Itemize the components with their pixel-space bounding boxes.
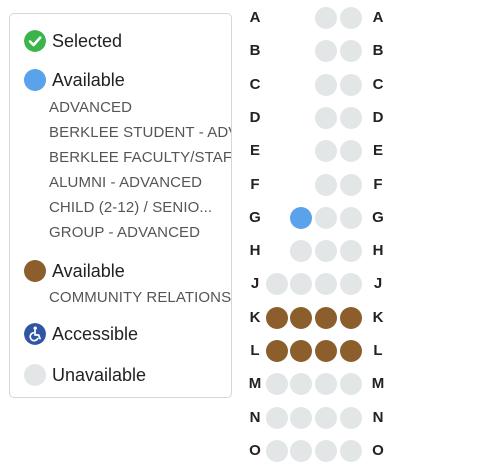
row-label-right-d: D	[372, 108, 384, 126]
seat-o-4	[340, 439, 362, 462]
seat-m-3	[315, 373, 337, 396]
seat-g-1[interactable]	[290, 206, 312, 229]
row-label-right-n: N	[372, 408, 384, 426]
seat-l-4[interactable]	[340, 340, 362, 362]
seat-d-2	[340, 106, 362, 129]
seat-h-3	[340, 240, 362, 263]
row-label-left-n: N	[249, 408, 261, 426]
row-label-left-b: B	[249, 42, 261, 60]
row-label-left-l: L	[250, 342, 260, 359]
seat-m-1	[266, 373, 288, 396]
seat-n-1	[266, 406, 288, 429]
seat-o-1	[266, 439, 288, 462]
row-label-right-m: M	[371, 375, 385, 393]
row-label-right-o: O	[372, 441, 384, 459]
seat-g-3	[340, 206, 362, 229]
seat-m-4	[340, 373, 362, 396]
row-label-left-j: J	[250, 275, 260, 293]
seat-e-2	[340, 140, 362, 163]
seat-map: AABBCCDDEEFFGGHHJJKKLLMMNNOO	[0, 0, 485, 462]
seat-g-2	[315, 206, 337, 229]
row-label-right-l: L	[373, 342, 383, 359]
seat-b-2	[340, 40, 362, 63]
row-label-right-c: C	[372, 75, 384, 93]
seat-f-2	[340, 173, 362, 196]
row-label-right-j: J	[373, 275, 383, 293]
seat-a-2	[340, 7, 362, 29]
seat-c-1	[315, 73, 337, 96]
seat-h-2	[315, 240, 337, 263]
seat-n-4	[340, 406, 362, 429]
seat-o-2	[290, 439, 312, 462]
row-label-left-o: O	[249, 441, 261, 459]
seat-e-1	[315, 140, 337, 163]
seat-d-1	[315, 106, 337, 129]
row-label-left-e: E	[249, 142, 260, 160]
row-label-left-f: F	[250, 175, 260, 193]
row-label-right-a: A	[372, 9, 384, 26]
row-label-right-b: B	[372, 42, 384, 60]
row-label-right-e: E	[372, 142, 383, 160]
row-label-right-g: G	[372, 208, 384, 226]
seat-o-3	[315, 439, 337, 462]
seat-k-1[interactable]	[266, 306, 288, 329]
seat-b-1	[315, 40, 337, 63]
row-label-left-g: G	[249, 208, 261, 226]
seat-a-1	[315, 7, 337, 29]
row-label-right-k: K	[372, 308, 384, 326]
seat-c-2	[340, 73, 362, 96]
row-label-left-h: H	[249, 242, 261, 260]
seat-j-2	[290, 273, 312, 296]
seat-n-2	[290, 406, 312, 429]
row-label-left-a: A	[249, 9, 261, 26]
seat-n-3	[315, 406, 337, 429]
row-label-left-c: C	[249, 75, 261, 93]
seat-l-3[interactable]	[315, 340, 337, 362]
seat-k-2[interactable]	[290, 306, 312, 329]
seat-j-4	[340, 273, 362, 296]
seat-j-1	[266, 273, 288, 296]
row-label-left-k: K	[249, 308, 261, 326]
row-label-left-d: D	[249, 108, 261, 126]
seat-l-2[interactable]	[290, 340, 312, 362]
seat-h-1	[290, 240, 312, 263]
row-label-right-h: H	[372, 242, 384, 260]
seat-l-1[interactable]	[266, 340, 288, 362]
seat-f-1	[315, 173, 337, 196]
seat-k-4[interactable]	[340, 306, 362, 329]
seat-k-3[interactable]	[315, 306, 337, 329]
seat-j-3	[315, 273, 337, 296]
row-label-right-f: F	[373, 175, 383, 193]
row-label-left-m: M	[248, 375, 262, 393]
seat-m-2	[290, 373, 312, 396]
